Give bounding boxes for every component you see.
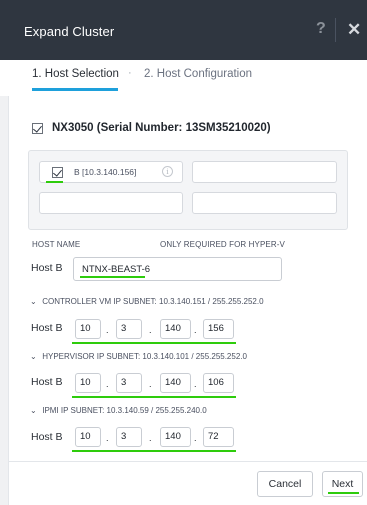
left-edge-border bbox=[8, 96, 9, 505]
cvm-ip-octet-1[interactable]: 10 bbox=[75, 319, 101, 339]
ipmi-ip-header[interactable]: ⌄ IPMI IP SUBNET: 10.3.140.59 / 255.255.… bbox=[30, 406, 207, 415]
checkbox-highlight-underline bbox=[46, 181, 63, 183]
dialog-titlebar: Expand Cluster ? ✕ bbox=[0, 0, 367, 60]
hypervisor-ip-header[interactable]: ⌄ HYPERVISOR IP SUBNET: 10.3.140.101 / 2… bbox=[30, 352, 247, 361]
octet-separator: . bbox=[194, 325, 197, 335]
cvm-ip-octet-4[interactable]: 156 bbox=[203, 319, 234, 339]
ipmi-ip-header-text: IPMI IP SUBNET: 10.3.140.59 / 255.255.24… bbox=[42, 406, 207, 415]
dialog-title: Expand Cluster bbox=[24, 24, 115, 39]
hypervisor-ip-octet-1[interactable]: 10 bbox=[75, 373, 101, 393]
chevron-down-icon: ⌄ bbox=[30, 297, 37, 306]
host-name-column-label: HOST NAME bbox=[32, 240, 81, 249]
ipmi-ip-highlight-underline bbox=[72, 450, 236, 452]
wizard-steps: 1. Host Selection · 2. Host Configuratio… bbox=[0, 60, 367, 96]
node-title: NX3050 (Serial Number: 13SM35210020) bbox=[52, 122, 271, 134]
ipmi-ip-octet-2[interactable]: 3 bbox=[116, 427, 142, 447]
active-tab-indicator bbox=[32, 88, 118, 91]
ipmi-ip-octet-3[interactable]: 140 bbox=[160, 427, 191, 447]
host-name-value: NTNX-BEAST-6 bbox=[82, 264, 151, 275]
cancel-button[interactable]: Cancel bbox=[257, 471, 313, 497]
cvm-ip-octet-2[interactable]: 3 bbox=[116, 319, 142, 339]
cvm-ip-highlight-underline bbox=[72, 342, 236, 344]
octet-separator: . bbox=[106, 325, 109, 335]
close-icon[interactable]: ✕ bbox=[347, 20, 361, 40]
titlebar-divider bbox=[335, 18, 336, 42]
cvm-ip-octet-3[interactable]: 140 bbox=[160, 319, 191, 339]
host-slot-empty-3 bbox=[192, 192, 337, 214]
info-icon[interactable]: i bbox=[162, 166, 173, 177]
ipmi-ip-octet-1[interactable]: 10 bbox=[75, 427, 101, 447]
host-name-highlight-underline bbox=[80, 276, 145, 278]
host-slot-empty-1 bbox=[192, 161, 337, 183]
octet-separator: . bbox=[106, 433, 109, 443]
left-edge-shade bbox=[0, 96, 8, 505]
hyperv-note: ONLY REQUIRED FOR HYPER-V bbox=[160, 240, 285, 249]
tab-host-configuration[interactable]: 2. Host Configuration bbox=[144, 68, 252, 80]
octet-separator: . bbox=[194, 379, 197, 389]
host-slot-b[interactable]: B [10.3.140.156] i bbox=[39, 161, 183, 183]
chevron-down-icon: ⌄ bbox=[30, 352, 37, 361]
octet-separator: . bbox=[149, 433, 152, 443]
host-slot-panel: B [10.3.140.156] i bbox=[28, 150, 348, 230]
controller-vm-ip-header[interactable]: ⌄ CONTROLLER VM IP SUBNET: 10.3.140.151 … bbox=[30, 297, 264, 306]
host-b-label: B [10.3.140.156] bbox=[74, 167, 137, 177]
host-b-checkbox[interactable] bbox=[52, 167, 63, 178]
hypervisor-ip-octet-4[interactable]: 106 bbox=[203, 373, 234, 393]
host-name-row-label: Host B bbox=[31, 262, 63, 274]
octet-separator: . bbox=[194, 433, 197, 443]
next-button-highlight-underline bbox=[328, 492, 359, 494]
help-icon[interactable]: ? bbox=[316, 20, 326, 38]
controller-vm-ip-row-label: Host B bbox=[31, 322, 63, 334]
step-separator: · bbox=[128, 67, 132, 79]
hypervisor-ip-octet-3[interactable]: 140 bbox=[160, 373, 191, 393]
octet-separator: . bbox=[149, 379, 152, 389]
ipmi-ip-octet-4[interactable]: 72 bbox=[203, 427, 234, 447]
chevron-down-icon: ⌄ bbox=[30, 406, 37, 415]
hypervisor-ip-header-text: HYPERVISOR IP SUBNET: 10.3.140.101 / 255… bbox=[42, 352, 247, 361]
hypervisor-ip-octet-2[interactable]: 3 bbox=[116, 373, 142, 393]
node-checkbox[interactable] bbox=[32, 123, 43, 134]
host-slot-empty-2 bbox=[39, 192, 183, 214]
hypervisor-ip-row-label: Host B bbox=[31, 376, 63, 388]
ipmi-ip-row-label: Host B bbox=[31, 431, 63, 443]
hypervisor-ip-highlight-underline bbox=[72, 396, 236, 398]
octet-separator: . bbox=[149, 325, 152, 335]
footer-divider bbox=[8, 461, 367, 462]
octet-separator: . bbox=[106, 379, 109, 389]
tab-host-selection[interactable]: 1. Host Selection bbox=[32, 68, 119, 80]
controller-vm-ip-header-text: CONTROLLER VM IP SUBNET: 10.3.140.151 / … bbox=[42, 297, 264, 306]
